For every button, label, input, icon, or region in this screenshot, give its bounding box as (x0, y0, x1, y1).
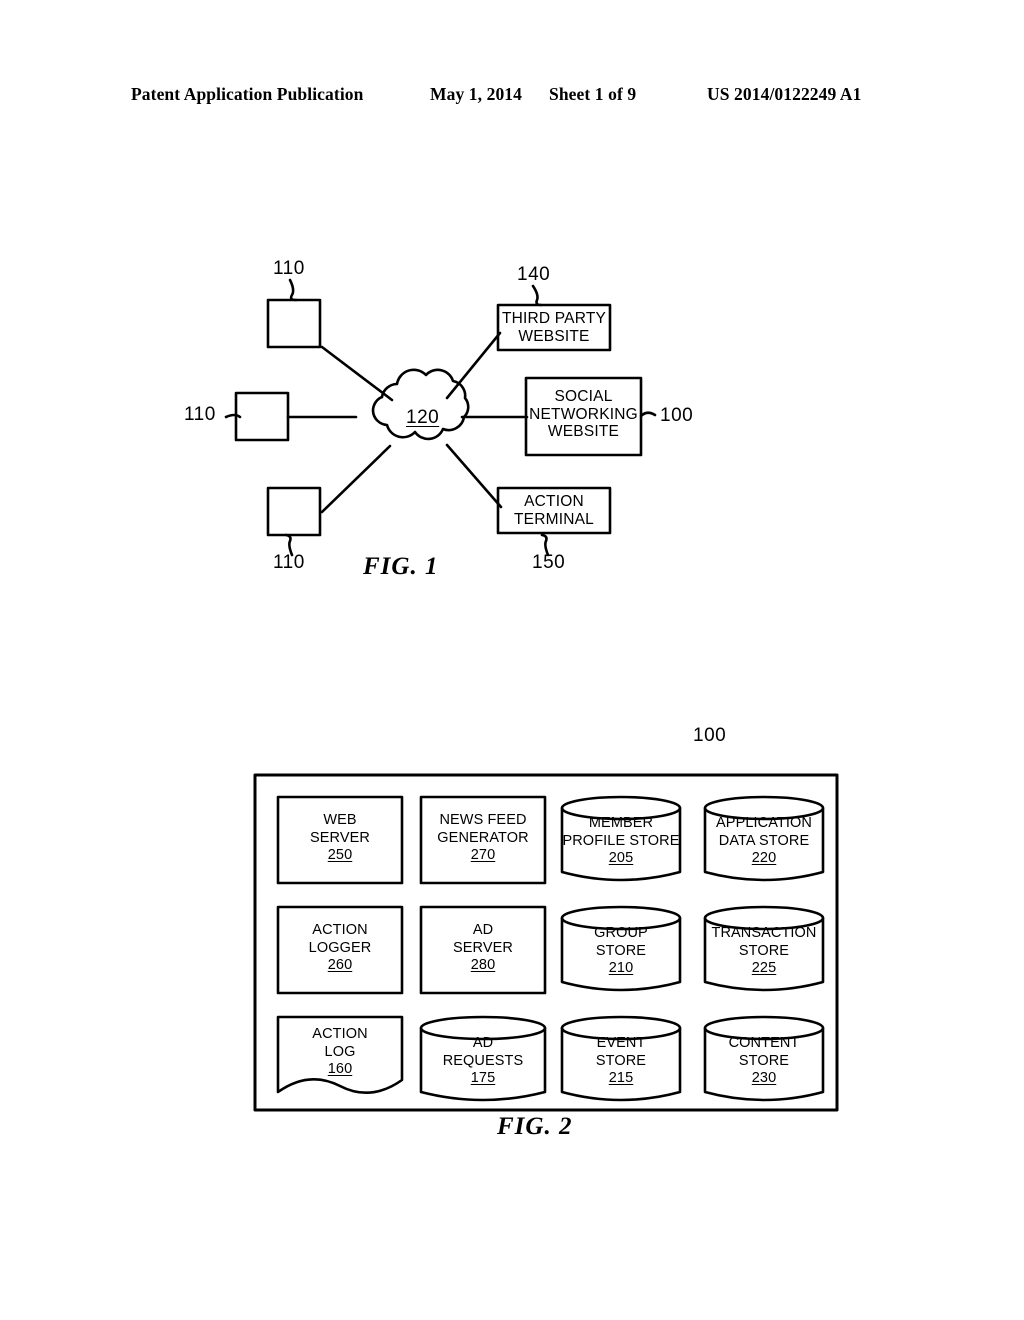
network-ref-120: 120 (406, 407, 440, 428)
third-party-website-label-line1: THIRD PARTY (501, 310, 607, 327)
client-device-box-3 (266, 486, 322, 537)
application-data-store-num: 220 (751, 850, 777, 866)
ad-requests-label: AD REQUESTS 175 (421, 1035, 545, 1088)
client-ref-110-bottom: 110 (273, 552, 305, 573)
link-client3-network (320, 444, 392, 514)
action-log-line1: ACTION (312, 1026, 368, 1042)
client-ref-110-left: 110 (184, 404, 216, 425)
news-feed-generator-line1: NEWS FEED (439, 812, 527, 828)
event-store-label: EVENT STORE 215 (559, 1035, 683, 1088)
transaction-store-num: 225 (751, 960, 777, 976)
member-profile-store-line1: MEMBER (588, 815, 654, 831)
news-feed-generator-label: NEWS FEED GENERATOR 270 (421, 812, 545, 865)
content-store-line1: CONTENT (728, 1035, 800, 1051)
link-network-thirdparty (445, 331, 502, 400)
leader-140 (531, 284, 543, 307)
action-log-label: ACTION LOG 160 (278, 1026, 402, 1079)
news-feed-generator-num: 270 (470, 847, 496, 863)
web-server-num: 250 (327, 847, 353, 863)
web-server-line1: WEB (323, 812, 357, 828)
group-store-label: GROUP STORE 210 (559, 925, 683, 978)
ad-requests-num: 175 (470, 1070, 496, 1086)
leader-110-left (224, 413, 242, 419)
leader-110-top (288, 278, 298, 302)
ad-server-line1: AD (472, 922, 494, 938)
news-feed-generator-line2: GENERATOR (437, 829, 529, 846)
group-store-line2: STORE (595, 942, 647, 959)
web-server-label: WEB SERVER 250 (278, 812, 402, 865)
action-log-line2: LOG (324, 1043, 356, 1060)
web-server-line2: SERVER (310, 829, 370, 846)
content-store-label: CONTENT STORE 230 (702, 1035, 826, 1088)
group-store-line1: GROUP (594, 925, 648, 941)
event-store-line1: EVENT (596, 1035, 646, 1051)
action-logger-label: ACTION LOGGER 260 (278, 922, 402, 975)
transaction-store-label: TRANSACTION STORE 225 (702, 925, 826, 978)
event-store-line2: STORE (595, 1052, 647, 1069)
transaction-store-line2: STORE (738, 942, 790, 959)
action-terminal-label: ACTION TERMINAL (498, 493, 610, 528)
link-network-actionterminal (445, 443, 503, 509)
group-store-num: 210 (608, 960, 634, 976)
client-ref-110-top: 110 (273, 258, 305, 279)
page-header: Patent Application Publication May 1, 20… (0, 84, 1024, 110)
publication-date: May 1, 2014 (430, 84, 522, 104)
application-data-store-label: APPLICATION DATA STORE 220 (702, 815, 826, 868)
application-data-store-line1: APPLICATION (716, 815, 812, 831)
content-store-num: 230 (751, 1070, 777, 1086)
third-party-website-label: THIRD PARTY WEBSITE (498, 310, 610, 345)
client-device-box-2 (234, 391, 290, 442)
event-store-num: 215 (608, 1070, 634, 1086)
figure-1-caption: FIG. 1 (363, 553, 439, 580)
member-profile-store-num: 205 (608, 850, 634, 866)
ad-server-num: 280 (470, 957, 496, 973)
transaction-store-line1: TRANSACTION (711, 925, 817, 941)
action-logger-line2: LOGGER (308, 939, 372, 956)
action-terminal-ref-150: 150 (532, 552, 566, 573)
ad-server-line2: SERVER (453, 939, 513, 956)
system-ref-100: 100 (693, 725, 727, 746)
member-profile-store-line2: PROFILE STORE (562, 832, 680, 849)
leader-100 (639, 411, 657, 418)
figure-1-graphic (224, 278, 657, 557)
action-logger-num: 260 (327, 957, 353, 973)
patent-number: US 2014/0122249 A1 (707, 84, 862, 104)
social-networking-website-label: SOCIAL NETWORKING WEBSITE (526, 388, 641, 441)
application-data-store-line2: DATA STORE (718, 832, 810, 849)
client-device-box-1 (266, 298, 322, 349)
member-profile-store-label: MEMBER PROFILE STORE 205 (559, 815, 683, 868)
ad-server-label: AD SERVER 280 (421, 922, 545, 975)
ad-requests-line1: AD (472, 1035, 494, 1051)
action-log-num: 160 (327, 1061, 353, 1077)
social-networking-website-label-line2: NETWORKING (529, 405, 638, 423)
third-party-website-ref-140: 140 (517, 264, 551, 285)
figure-1: 120 110 110 110 140 100 150 THIRD PARTY … (170, 250, 730, 595)
social-networking-website-label-line3: WEBSITE (547, 423, 620, 440)
social-networking-website-ref-100: 100 (660, 405, 694, 426)
figure-2-caption: FIG. 2 (497, 1113, 573, 1140)
content-store-line2: STORE (738, 1052, 790, 1069)
ad-requests-line2: REQUESTS (442, 1052, 524, 1069)
action-terminal-label-line1: ACTION (524, 493, 584, 510)
action-terminal-label-line2: TERMINAL (514, 510, 594, 528)
publication-title: Patent Application Publication (131, 84, 364, 104)
social-networking-website-label-line1: SOCIAL (554, 388, 613, 405)
figure-2: 100 WEB SERVER 250 NEWS FEED GENERATOR 2… (253, 725, 839, 1113)
link-client1-network (320, 345, 394, 402)
third-party-website-label-line2: WEBSITE (518, 327, 590, 345)
action-logger-line1: ACTION (312, 922, 368, 938)
sheet-number: Sheet 1 of 9 (549, 84, 637, 104)
